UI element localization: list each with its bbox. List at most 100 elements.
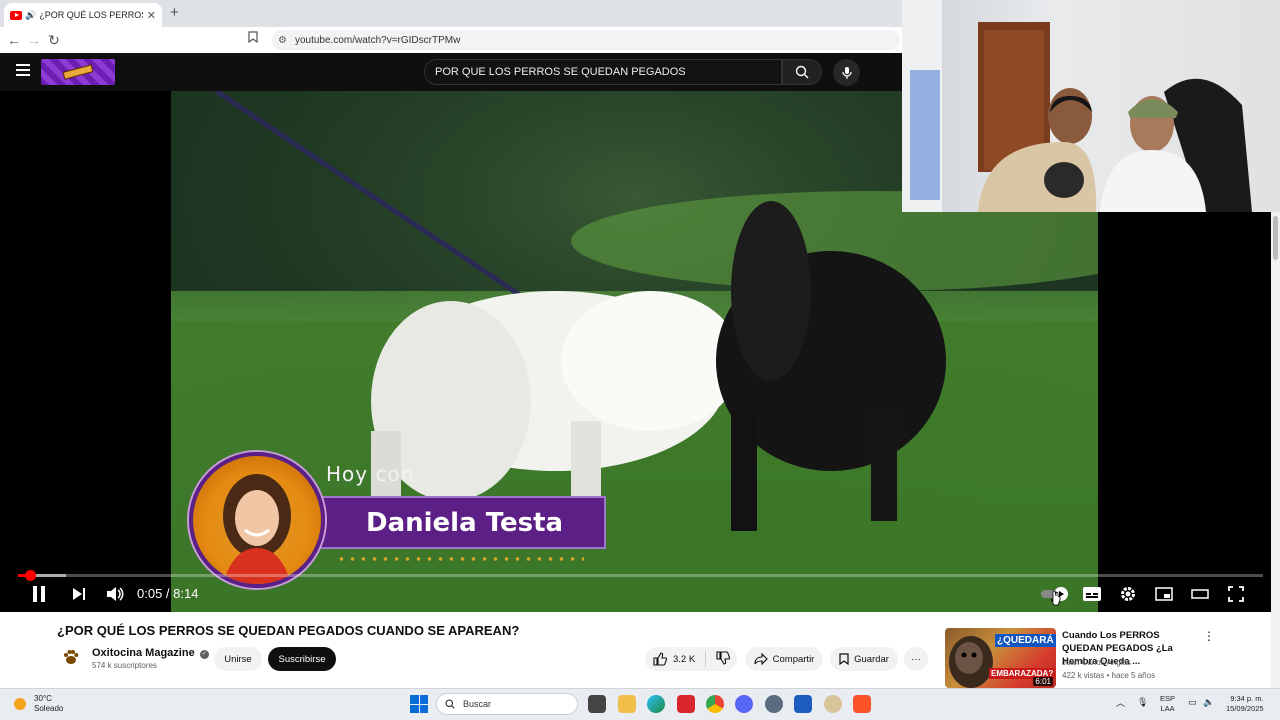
app-red-icon[interactable]	[677, 695, 695, 713]
taskbar-search-label: Buscar	[463, 699, 492, 709]
task-view-icon[interactable]	[588, 695, 606, 713]
presenter-photo-image	[223, 474, 291, 584]
forward-icon[interactable]: →	[24, 32, 44, 48]
theater-mode-button[interactable]	[1190, 585, 1210, 603]
language-code: ESP	[1160, 694, 1176, 703]
settings-button[interactable]	[1118, 585, 1138, 603]
miniplayer-button[interactable]	[1154, 585, 1174, 603]
new-tab-button[interactable]: +	[170, 4, 179, 21]
share-button[interactable]: Compartir	[745, 647, 823, 671]
thumbnail-text-top: ¿QUEDARÁ	[995, 634, 1056, 647]
miniplayer-icon	[1155, 587, 1173, 601]
windows-taskbar	[0, 688, 1280, 720]
share-label: Compartir	[772, 653, 815, 665]
chrome-icon[interactable]	[706, 695, 724, 713]
voice-search-button[interactable]	[833, 59, 860, 86]
pause-button[interactable]	[30, 585, 48, 603]
clock-date: 15/09/2025	[1226, 704, 1264, 713]
reload-icon[interactable]: ↻	[44, 32, 64, 49]
url-field[interactable]: ⚙ youtube.com/watch?v=rGIDscrTPMw	[272, 30, 900, 50]
fullscreen-icon	[1228, 586, 1244, 602]
tab-close-icon[interactable]: ✕	[147, 9, 156, 22]
subscribe-button[interactable]: Suscribirse	[268, 647, 336, 671]
pause-icon	[33, 586, 45, 602]
speaker-tray-icon[interactable]: 🔈	[1203, 697, 1214, 708]
file-explorer-icon[interactable]	[618, 695, 636, 713]
dislike-button[interactable]	[716, 650, 731, 668]
search-button[interactable]	[782, 59, 822, 85]
like-dislike-group: 3.2 K	[645, 647, 737, 671]
progress-bar[interactable]	[18, 574, 1263, 577]
save-label: Guardar	[854, 653, 889, 665]
like-count: 3.2 K	[673, 653, 696, 665]
recommended-meta: 422 k vistas • hace 5 años	[1062, 671, 1156, 680]
taskbar-clock[interactable]: 9:34 p. m. 15/09/2025	[1226, 694, 1264, 714]
like-divider	[705, 651, 707, 667]
share-icon	[754, 653, 768, 665]
edge-browser-icon[interactable]	[647, 695, 665, 713]
site-settings-icon[interactable]: ⚙	[278, 35, 287, 46]
language-indicator[interactable]: ESP LAA	[1160, 694, 1175, 714]
skip-next-icon	[73, 588, 85, 600]
thumbs-up-icon	[653, 652, 667, 666]
paw-icon	[64, 650, 79, 664]
verified-icon: ✓	[199, 650, 209, 659]
thumbs-down-icon	[716, 650, 731, 665]
more-actions-button[interactable]: ···	[904, 647, 928, 671]
tray-overflow-icon[interactable]: ︿	[1116, 696, 1125, 709]
save-button[interactable]: Guardar	[830, 647, 898, 671]
back-icon[interactable]: ←	[4, 32, 24, 48]
clock-time: 9:34 p. m.	[1230, 694, 1264, 703]
channel-avatar[interactable]	[60, 646, 82, 668]
hamburger-menu-icon[interactable]	[16, 64, 30, 76]
discord-icon[interactable]	[735, 695, 753, 713]
taskbar-search-input[interactable]: Buscar	[436, 693, 578, 715]
microphone-icon	[841, 66, 852, 79]
fullscreen-button[interactable]	[1226, 585, 1246, 603]
subtitles-button[interactable]	[1082, 585, 1102, 603]
bookmark-icon[interactable]	[248, 31, 258, 46]
volume-button[interactable]	[105, 585, 125, 603]
app-beige-icon[interactable]	[824, 695, 842, 713]
webcam-overlay	[902, 0, 1280, 212]
search-query-text: POR QUE LOS PERROS SE QUEDAN PEGADOS	[435, 66, 686, 78]
channel-logo[interactable]	[41, 59, 115, 85]
presenter-portrait	[189, 452, 325, 588]
overlay-dots-decoration	[336, 556, 584, 562]
scrollbar-thumb[interactable]	[1273, 216, 1278, 260]
subtitles-icon	[1083, 587, 1101, 601]
theater-mode-icon	[1191, 589, 1209, 599]
url-text: youtube.com/watch?v=rGIDscrTPMw	[294, 34, 461, 46]
weather-condition: Soleado	[34, 704, 64, 713]
mouse-cursor-icon	[1050, 590, 1062, 611]
brave-browser-icon[interactable]	[853, 695, 871, 713]
recommended-thumbnail[interactable]: ¿QUEDARÁ EMBARAZADA? 6:01	[945, 628, 1056, 688]
like-button[interactable]: 3.2 K	[653, 652, 695, 666]
gear-icon	[1121, 587, 1135, 601]
browser-tab[interactable]: 🔊 ¿POR QUÉ LOS PERROS SE QUEDAN PEGADOS …	[4, 3, 162, 27]
weather-widget[interactable]: 30°C Soleado	[14, 694, 63, 714]
volume-icon	[107, 587, 124, 601]
windows-start-icon[interactable]	[410, 695, 428, 713]
taskbar-search-icon	[445, 699, 455, 709]
network-icon[interactable]: ▭	[1188, 697, 1197, 708]
channel-name[interactable]: Oxitocina Magazine ✓	[92, 647, 209, 659]
search-input[interactable]: POR QUE LOS PERROS SE QUEDAN PEGADOS	[424, 59, 782, 85]
page-scrollbar[interactable]	[1271, 212, 1280, 688]
microphone-tray-icon[interactable]: 🎙	[1137, 697, 1148, 708]
join-button[interactable]: Unirse	[214, 647, 262, 671]
settings-app-icon[interactable]	[765, 695, 783, 713]
time-display: 0:05 / 8:14	[137, 586, 199, 601]
recommended-channel[interactable]: Juan Carlos Anglas	[1062, 658, 1131, 667]
youtube-favicon-icon	[10, 10, 22, 20]
subscriber-count: 574 k suscriptores	[92, 661, 157, 670]
tab-title: ¿POR QUÉ LOS PERROS SE QUEDAN PEGADOS	[39, 10, 143, 20]
next-button[interactable]	[70, 585, 88, 603]
recommended-menu-icon[interactable]: ⋮	[1203, 629, 1215, 643]
weather-temperature: 30°C	[34, 694, 52, 703]
word-icon[interactable]	[794, 695, 812, 713]
recommended-duration: 6:01	[1033, 677, 1053, 686]
bookmark-save-icon	[839, 653, 849, 665]
overlay-name-banner: Daniela Testa	[318, 496, 606, 549]
overlay-intro-text: Hoy con	[326, 462, 415, 486]
